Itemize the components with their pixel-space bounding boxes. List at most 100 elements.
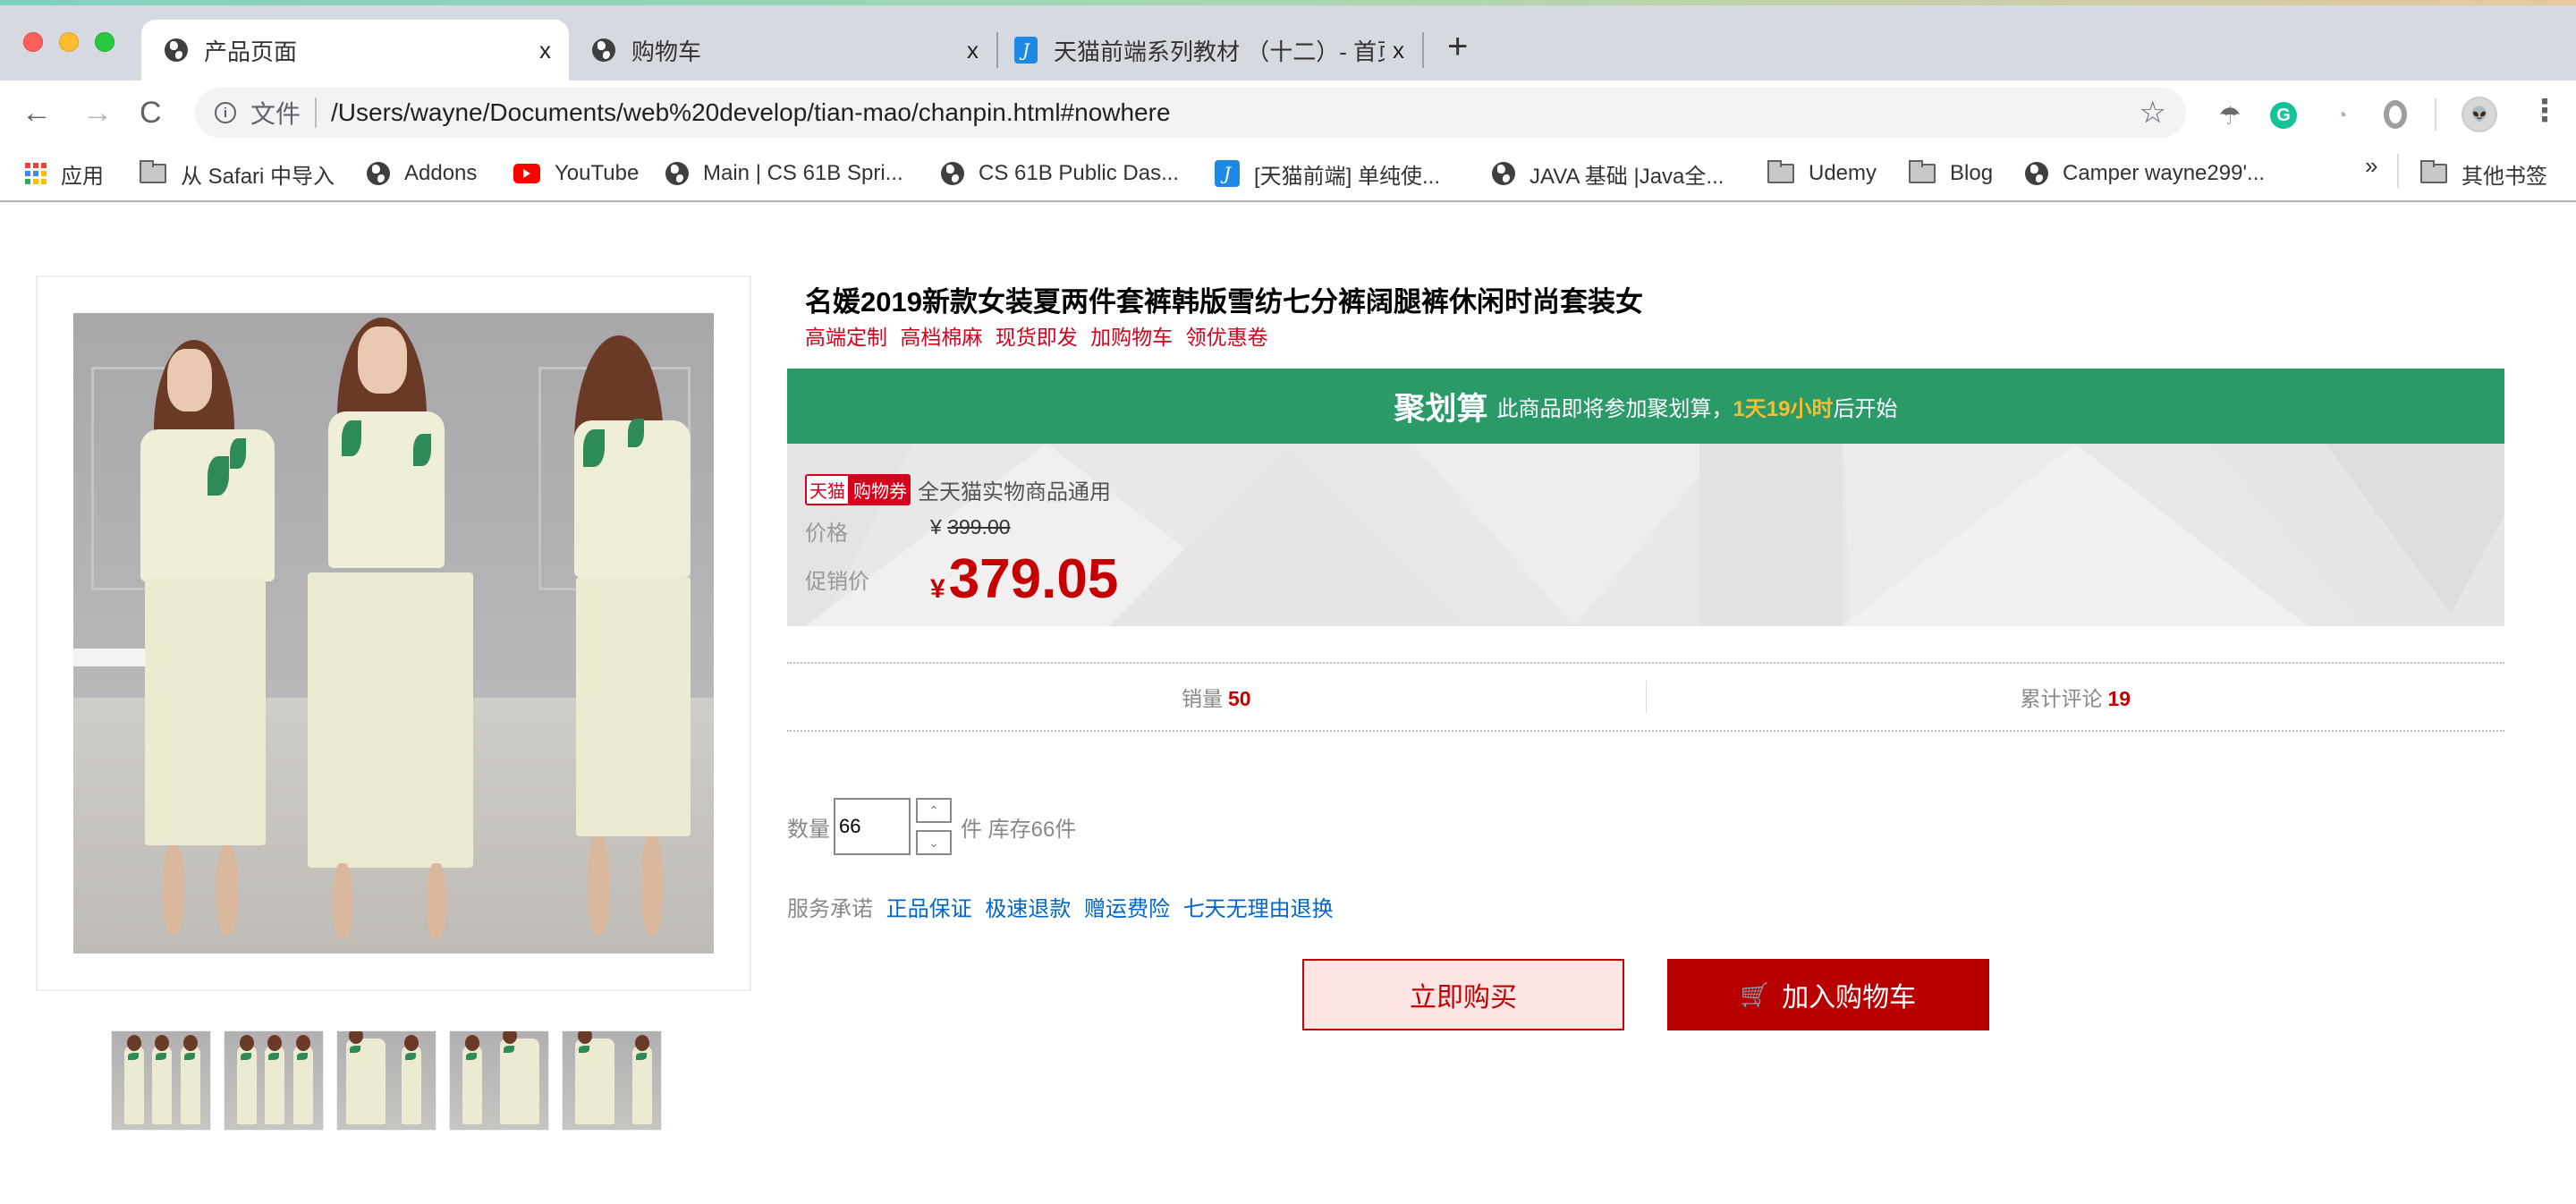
currency-symbol: ¥: [930, 515, 942, 538]
bookmarks-separator: [2397, 154, 2399, 188]
bookmark-folder-other[interactable]: 其他书签: [2420, 157, 2547, 190]
new-tab-button[interactable]: +: [1447, 29, 1468, 64]
buy-now-button[interactable]: 立即购买: [1302, 959, 1624, 1030]
speedometer-icon[interactable]: ◔: [2328, 102, 2355, 129]
globe-icon: [592, 38, 615, 62]
tab-close-icon[interactable]: x: [967, 37, 979, 64]
grammarly-icon[interactable]: G: [2270, 102, 2297, 129]
quantity-stepper: ⌃ ⌄: [916, 798, 952, 855]
bookmark-cs61b-main[interactable]: Main | CS 61B Spri...: [665, 157, 903, 190]
tab-close-icon[interactable]: x: [1389, 36, 1404, 64]
reload-button[interactable]: C: [140, 95, 162, 131]
add-to-cart-button[interactable]: 🛒 加入购物车: [1667, 959, 1989, 1030]
forward-button[interactable]: →: [82, 95, 113, 131]
quantity-label: 数量: [787, 817, 830, 842]
stat-reviews[interactable]: 累计评论 19: [1647, 682, 2505, 712]
folder-icon: [2420, 160, 2447, 183]
price-label: 价格: [805, 521, 848, 546]
coupon-type-badge: 购物券: [850, 474, 911, 505]
bookmark-camper[interactable]: Camper wayne299'...: [2025, 157, 2265, 190]
bookmark-java-basics[interactable]: JAVA 基础 |Java全...: [1492, 157, 1724, 190]
window-minimize-button[interactable]: [59, 32, 79, 52]
kebab-menu-icon[interactable]: ⋮: [2529, 93, 2560, 129]
review-count: 19: [2107, 687, 2131, 710]
bookmark-folder-safari[interactable]: 从 Safari 中导入: [140, 157, 335, 190]
tag: 领优惠卷: [1185, 326, 1268, 349]
bookmark-label: YouTube: [555, 161, 640, 185]
service-link-seven-day-return[interactable]: 七天无理由退换: [1183, 897, 1334, 921]
bookmarks-overflow-button[interactable]: »: [2365, 152, 2377, 180]
quantity-increase-button[interactable]: ⌃: [916, 798, 952, 823]
promo-price: ¥ 379.05: [930, 547, 1118, 611]
globe-icon: [165, 38, 188, 62]
service-link-genuine[interactable]: 正品保证: [886, 897, 972, 921]
tab-product-page[interactable]: 产品页面 x: [141, 20, 569, 81]
bookmark-label: 其他书签: [2462, 164, 2547, 189]
price-panel: 天猫 购物券 全天猫实物商品通用 价格 ¥ 399.00 促销价 ¥ 379.0…: [787, 444, 2504, 626]
bookmark-youtube[interactable]: YouTube: [513, 157, 639, 190]
profile-avatar[interactable]: 👽: [2462, 97, 2497, 132]
tab-cart[interactable]: 购物车 x: [569, 20, 996, 81]
tag: 高档棉麻: [900, 326, 983, 349]
back-button[interactable]: ←: [21, 95, 52, 131]
add-to-cart-label: 加入购物车: [1782, 983, 1917, 1013]
service-link-shipping-insurance[interactable]: 赠运费险: [1084, 897, 1170, 921]
omnibox-separator: [315, 98, 318, 128]
bookmark-addons[interactable]: Addons: [367, 157, 477, 190]
scheme-label: 文件: [250, 100, 301, 128]
service-link-fast-refund[interactable]: 极速退款: [985, 897, 1071, 921]
bookmark-apps[interactable]: 应用: [25, 157, 104, 190]
bookmark-tmall-frontend[interactable]: J [天猫前端] 单纯使...: [1215, 157, 1440, 190]
tab-close-icon[interactable]: x: [539, 37, 551, 64]
quantity-input[interactable]: [834, 798, 911, 855]
tab-title: 天猫前端系列教材 （十二）- 首页: [1054, 38, 1385, 65]
globe-icon: [2025, 162, 2048, 185]
bookmark-label: 应用: [61, 164, 104, 189]
address-bar[interactable]: i 文件 /Users/wayne/Documents/web%20develo…: [195, 88, 2186, 138]
url-text[interactable]: /Users/wayne/Documents/web%20develop/tia…: [331, 98, 2140, 127]
juhuasuan-message: 此商品即将参加聚划算，1天19小时后开始: [1496, 396, 1898, 421]
bookmark-folder-blog[interactable]: Blog: [1909, 157, 1993, 190]
bookmark-star-icon[interactable]: ☆: [2140, 95, 2166, 131]
quantity-unit: 件: [961, 817, 982, 842]
product-main-image[interactable]: [73, 313, 714, 954]
youtube-icon: [513, 164, 540, 183]
quantity-decrease-button[interactable]: ⌄: [916, 830, 952, 855]
coupon-brand-badge: 天猫: [805, 474, 850, 505]
bookmark-cs61b-dashboard[interactable]: CS 61B Public Das...: [941, 157, 1179, 190]
folder-icon: [140, 160, 166, 183]
thumbnail-3[interactable]: [336, 1030, 436, 1131]
juhuasuan-banner: 聚划算 此商品即将参加聚划算，1天19小时后开始: [787, 369, 2504, 444]
globe-icon: [1492, 162, 1515, 185]
bookmark-label: Addons: [404, 161, 478, 185]
product-tags: 高端定制 高档棉麻 现货即发 加购物车 领优惠卷: [805, 320, 1275, 351]
original-price: ¥ 399.00: [930, 515, 1011, 539]
bookmarks-bar: 应用 从 Safari 中导入 Addons YouTube Main | CS…: [0, 145, 2576, 202]
window-close-button[interactable]: [23, 32, 43, 52]
original-price-value: 399.00: [947, 515, 1011, 538]
bookmark-label: Main | CS 61B Spri...: [703, 161, 903, 185]
thumbnail-5[interactable]: [562, 1030, 662, 1131]
bookmark-label: CS 61B Public Das...: [979, 161, 1180, 185]
coupon-row: 天猫 购物券 全天猫实物商品通用: [805, 474, 1111, 505]
promo-price-value: 379.05: [948, 548, 1119, 610]
tab-tmall-tutorial[interactable]: J 天猫前端系列教材 （十二）- 首页 x: [998, 20, 1422, 81]
ring-icon[interactable]: [2384, 100, 2407, 129]
j-site-icon: J: [1215, 160, 1240, 187]
globe-icon: [367, 162, 390, 185]
thumbnail-2[interactable]: [224, 1030, 324, 1131]
tab-bar: 产品页面 x 购物车 x J 天猫前端系列教材 （十二）- 首页 x +: [0, 5, 2576, 81]
stat-sales: 销量 50: [1181, 687, 1251, 710]
browser-toolbar: ← → C i 文件 /Users/wayne/Documents/web%20…: [0, 81, 2576, 145]
folder-icon: [1767, 160, 1794, 183]
juhuasuan-countdown: 1天19小时: [1733, 396, 1834, 421]
currency-symbol: ¥: [930, 574, 945, 604]
thumbnail-4[interactable]: [449, 1030, 549, 1131]
parachute-icon[interactable]: ☂: [2216, 102, 2243, 130]
thumbnail-strip: [111, 1030, 662, 1131]
window-zoom-button[interactable]: [95, 32, 114, 52]
bookmark-folder-udemy[interactable]: Udemy: [1767, 157, 1877, 190]
info-icon[interactable]: i: [215, 102, 236, 123]
thumbnail-1[interactable]: [111, 1030, 211, 1131]
globe-icon: [665, 162, 689, 185]
